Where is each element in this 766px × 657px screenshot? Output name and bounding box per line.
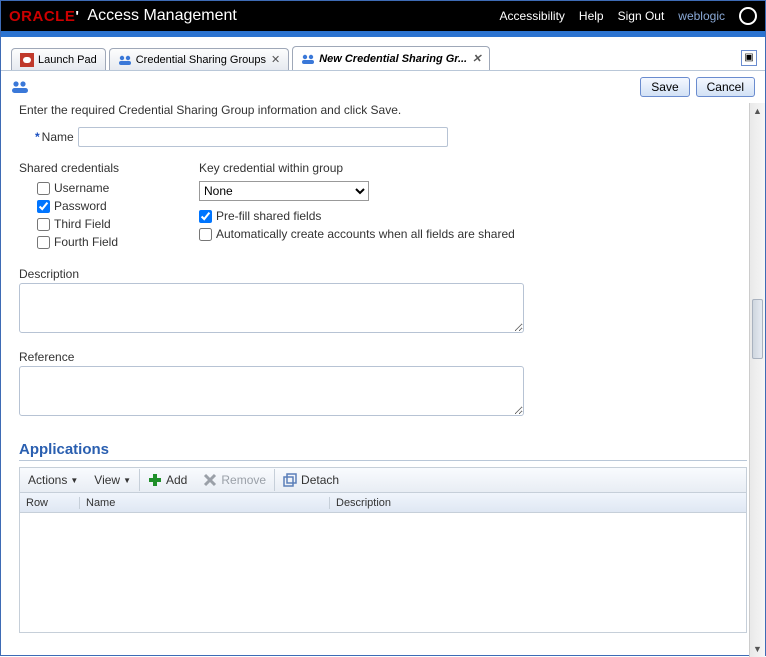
- cancel-button[interactable]: Cancel: [696, 77, 755, 97]
- group-icon: [11, 79, 29, 95]
- oracle-ring-icon: [739, 7, 757, 25]
- fourth-field-label: Fourth Field: [54, 235, 118, 249]
- detach-label: Detach: [301, 473, 339, 487]
- third-field-checkbox[interactable]: [37, 218, 50, 231]
- add-button[interactable]: Add: [140, 473, 195, 487]
- reference-label: Reference: [19, 350, 747, 364]
- intro-text: Enter the required Credential Sharing Gr…: [19, 103, 747, 117]
- applications-toolbar: Actions▼ View▼ Add Remove Detach: [19, 467, 747, 493]
- key-credential-select[interactable]: None: [199, 181, 369, 201]
- view-label: View: [94, 473, 120, 487]
- remove-label: Remove: [221, 473, 266, 487]
- auto-create-checkbox[interactable]: [199, 228, 212, 241]
- plus-icon: [148, 473, 162, 487]
- close-icon[interactable]: ✕: [271, 53, 280, 66]
- tab-credential-sharing-groups[interactable]: Credential Sharing Groups ✕: [109, 48, 289, 70]
- view-menu[interactable]: View▼: [86, 473, 139, 487]
- applications-table-body: [19, 513, 747, 633]
- reference-textarea[interactable]: [19, 366, 524, 416]
- required-asterisk: *: [35, 130, 40, 144]
- brand-logo: ORACLE': [9, 8, 79, 25]
- app-header: ORACLE' Access Management Accessibility …: [1, 1, 765, 31]
- app-title: Access Management: [87, 7, 236, 25]
- name-input[interactable]: [78, 127, 448, 147]
- shared-credentials-heading: Shared credentials: [19, 161, 169, 175]
- description-textarea[interactable]: [19, 283, 524, 333]
- close-icon[interactable]: ✕: [472, 52, 481, 65]
- tab-overflow-icon[interactable]: ▣: [741, 50, 757, 66]
- applications-table-header: Row Name Description: [19, 493, 747, 513]
- description-label: Description: [19, 267, 747, 281]
- password-checkbox[interactable]: [37, 200, 50, 213]
- username-checkbox[interactable]: [37, 182, 50, 195]
- group-icon: [118, 53, 132, 67]
- auto-create-label: Automatically create accounts when all f…: [216, 227, 515, 241]
- password-label: Password: [54, 199, 107, 213]
- actions-menu[interactable]: Actions▼: [20, 473, 86, 487]
- third-field-label: Third Field: [54, 217, 111, 231]
- tab-label: New Credential Sharing Gr...: [319, 53, 467, 65]
- x-icon: [203, 473, 217, 487]
- group-icon: [301, 52, 315, 66]
- chevron-down-icon: ▼: [123, 476, 131, 485]
- tab-label: Credential Sharing Groups: [136, 54, 266, 66]
- fourth-field-checkbox[interactable]: [37, 236, 50, 249]
- help-link[interactable]: Help: [579, 9, 604, 23]
- detach-button[interactable]: Detach: [275, 473, 347, 487]
- name-label: Name: [42, 130, 74, 144]
- accessibility-link[interactable]: Accessibility: [500, 9, 565, 23]
- oracle-square-icon: [20, 53, 34, 67]
- prefill-checkbox[interactable]: [199, 210, 212, 223]
- signout-link[interactable]: Sign Out: [618, 9, 665, 23]
- col-row: Row: [20, 497, 80, 509]
- scroll-track[interactable]: [750, 119, 765, 641]
- tab-strip: Launch Pad Credential Sharing Groups ✕ N…: [1, 47, 765, 71]
- action-bar: Save Cancel: [1, 71, 765, 103]
- key-credential-heading: Key credential within group: [199, 161, 515, 175]
- scroll-thumb[interactable]: [752, 299, 763, 359]
- save-button[interactable]: Save: [640, 77, 689, 97]
- username-label: Username: [54, 181, 109, 195]
- detach-icon: [283, 473, 297, 487]
- remove-button[interactable]: Remove: [195, 473, 274, 487]
- vertical-scrollbar[interactable]: ▲ ▼: [749, 103, 765, 657]
- col-description: Description: [330, 497, 746, 509]
- prefill-label: Pre-fill shared fields: [216, 209, 321, 223]
- actions-label: Actions: [28, 473, 67, 487]
- applications-heading: Applications: [19, 441, 747, 461]
- add-label: Add: [166, 473, 187, 487]
- tab-label: Launch Pad: [38, 54, 97, 66]
- form-panel: Enter the required Credential Sharing Gr…: [1, 103, 765, 657]
- chevron-down-icon: ▼: [70, 476, 78, 485]
- scroll-down-icon[interactable]: ▼: [750, 641, 765, 657]
- tab-launch-pad[interactable]: Launch Pad: [11, 48, 106, 70]
- scroll-up-icon[interactable]: ▲: [750, 103, 765, 119]
- current-user: weblogic: [678, 9, 725, 23]
- col-name: Name: [80, 497, 330, 509]
- tab-new-credential-sharing-group[interactable]: New Credential Sharing Gr... ✕: [292, 46, 490, 70]
